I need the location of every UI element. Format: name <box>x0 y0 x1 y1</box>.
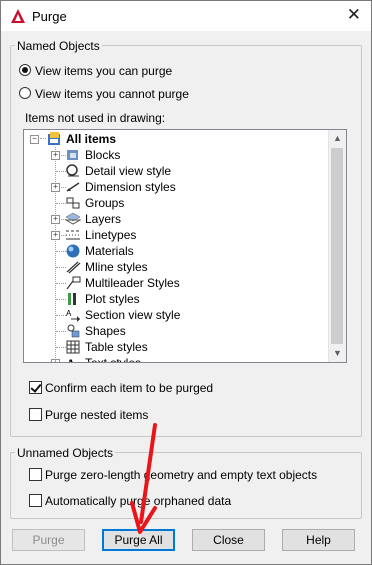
text-styles-icon: A <box>66 356 76 362</box>
zero-length-checkbox[interactable] <box>29 468 42 481</box>
tree-item-label: Dimension styles <box>85 180 176 194</box>
tree-item-label: Plot styles <box>85 292 140 306</box>
collapse-icon[interactable]: − <box>30 135 39 144</box>
autocad-app-icon <box>11 9 25 23</box>
tree-item-label: Text styles <box>85 356 141 362</box>
purge-dialog: Purge ✕ Named Objects View items you can… <box>0 0 372 565</box>
purge-all-button[interactable]: Purge All <box>102 529 175 551</box>
expand-icon[interactable]: + <box>51 215 60 224</box>
view-cannot-purge-label[interactable]: View items you cannot purge <box>35 87 189 101</box>
blocks-icon <box>67 150 78 160</box>
table-styles-icon <box>66 340 80 354</box>
tree-scrollbar[interactable]: ▲ ▼ <box>328 130 346 362</box>
tree-item-label: Shapes <box>85 324 126 338</box>
mline-styles-icon <box>66 261 81 274</box>
shapes-icon <box>67 324 80 338</box>
tree-item-label: Blocks <box>85 148 121 162</box>
tree-item[interactable]: + Blocks <box>24 147 324 163</box>
expand-icon[interactable]: + <box>51 231 60 240</box>
tree-item[interactable]: Groups <box>24 195 324 211</box>
svg-text:A: A <box>66 309 72 318</box>
all-items-icon <box>48 132 60 145</box>
tree-item[interactable]: Plot styles <box>24 291 324 307</box>
zero-length-label[interactable]: Purge zero-length geometry and empty tex… <box>45 468 317 482</box>
tree-item-label: Groups <box>85 196 125 210</box>
tree-item[interactable]: Shapes <box>24 323 324 339</box>
close-button[interactable]: Close <box>192 529 265 551</box>
tree-item[interactable]: + A Text styles <box>24 355 324 362</box>
orphaned-data-checkbox[interactable] <box>29 494 42 507</box>
scroll-up-icon[interactable]: ▲ <box>329 130 346 147</box>
expand-icon[interactable]: + <box>51 151 60 160</box>
section-view-style-icon: A <box>66 309 80 322</box>
view-cannot-purge-radio[interactable] <box>19 87 31 99</box>
window-title: Purge <box>32 9 67 24</box>
expand-icon[interactable]: + <box>51 359 60 362</box>
tree-root-label: All items <box>66 132 117 146</box>
tree-content: − All items + Blocks Detail view style + Dim… <box>24 130 328 362</box>
layers-icon <box>65 212 81 225</box>
tree-item-label: Multileader Styles <box>85 276 180 290</box>
tree-item-label: Mline styles <box>85 260 148 274</box>
tree-item-label: Table styles <box>85 340 148 354</box>
tree-item[interactable]: Mline styles <box>24 259 324 275</box>
title-bar: Purge ✕ <box>1 1 371 31</box>
materials-icon <box>66 244 80 258</box>
detail-view-style-icon <box>66 164 79 177</box>
svg-text:A: A <box>66 356 76 362</box>
view-can-purge-radio[interactable] <box>19 64 31 76</box>
tree-item[interactable]: + Linetypes <box>24 227 324 243</box>
tree-caption: Items not used in drawing: <box>25 111 166 125</box>
view-can-purge-label[interactable]: View items you can purge <box>35 64 172 78</box>
tree-item[interactable]: Materials <box>24 243 324 259</box>
tree-item[interactable]: Multileader Styles <box>24 275 324 291</box>
tree-item[interactable]: Table styles <box>24 339 324 355</box>
tree-item[interactable]: + Dimension styles <box>24 179 324 195</box>
purge-nested-checkbox[interactable] <box>29 408 42 421</box>
scroll-down-icon[interactable]: ▼ <box>329 345 346 362</box>
tree-item[interactable]: A Section view style <box>24 307 324 323</box>
tree-item-label: Linetypes <box>85 228 137 242</box>
orphaned-data-label[interactable]: Automatically purge orphaned data <box>45 494 231 508</box>
tree-item-label: Detail view style <box>85 164 172 178</box>
tree-item-label: Materials <box>85 244 134 258</box>
tree-item-label: Section view style <box>85 308 181 322</box>
named-objects-label: Named Objects <box>15 39 102 53</box>
scroll-thumb[interactable] <box>331 148 343 344</box>
help-button[interactable]: Help <box>282 529 355 551</box>
linetypes-icon <box>66 230 80 240</box>
purge-items-tree[interactable]: − All items + Blocks Detail view style + Dim… <box>23 129 347 363</box>
close-window-button[interactable]: ✕ <box>347 6 361 23</box>
tree-item-label: Layers <box>85 212 122 226</box>
dimension-styles-icon <box>66 182 80 192</box>
unnamed-objects-label: Unnamed Objects <box>15 446 116 460</box>
tree-root-all-items[interactable]: − All items <box>24 131 324 147</box>
multileader-styles-icon <box>66 276 81 290</box>
tree-item[interactable]: Detail view style <box>24 163 324 179</box>
unnamed-objects-group <box>10 452 362 519</box>
groups-icon <box>66 197 80 209</box>
purge-nested-label[interactable]: Purge nested items <box>45 408 148 422</box>
confirm-each-checkbox[interactable] <box>29 381 42 394</box>
confirm-each-label[interactable]: Confirm each item to be purged <box>45 381 213 395</box>
expand-icon[interactable]: + <box>51 183 60 192</box>
plot-styles-icon <box>68 293 76 305</box>
tree-item[interactable]: + Layers <box>24 211 324 227</box>
purge-button[interactable]: Purge <box>12 529 85 551</box>
